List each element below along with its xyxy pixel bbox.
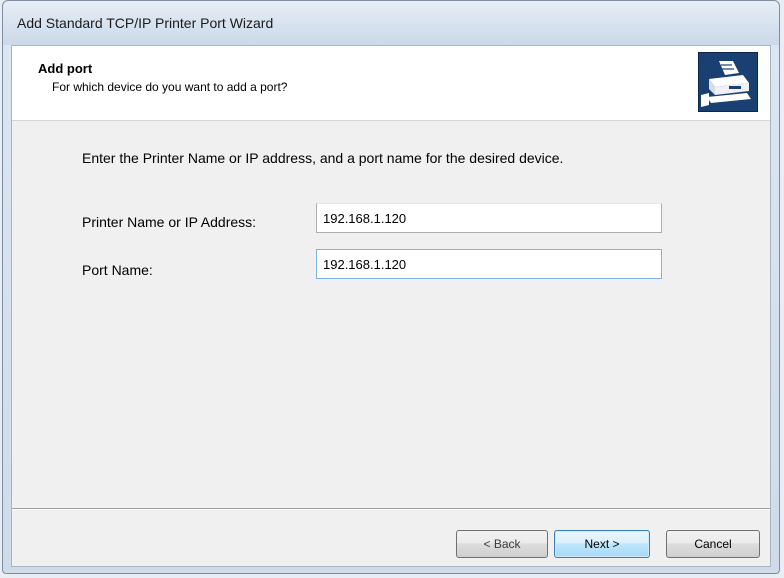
wizard-window: Add Standard TCP/IP Printer Port Wizard … <box>2 0 780 574</box>
page-title: Add port <box>38 61 93 76</box>
next-button[interactable]: Next > <box>554 530 650 558</box>
printer-name-ip-input[interactable] <box>316 203 662 233</box>
wizard-client-area: Add port For which device do you want to… <box>11 45 771 567</box>
printer-port-icon <box>698 52 758 112</box>
port-name-label: Port Name: <box>82 262 153 278</box>
printer-name-ip-label: Printer Name or IP Address: <box>82 214 257 230</box>
port-name-input[interactable] <box>316 249 662 279</box>
wizard-header: Add port For which device do you want to… <box>12 46 770 121</box>
page-subtitle: For which device do you want to add a po… <box>52 80 288 94</box>
footer-divider <box>12 508 770 510</box>
instruction-text: Enter the Printer Name or IP address, an… <box>82 150 564 166</box>
window-title: Add Standard TCP/IP Printer Port Wizard <box>17 15 274 31</box>
title-bar[interactable]: Add Standard TCP/IP Printer Port Wizard <box>3 1 779 45</box>
cancel-button[interactable]: Cancel <box>666 530 760 558</box>
back-button[interactable]: < Back <box>456 530 548 558</box>
